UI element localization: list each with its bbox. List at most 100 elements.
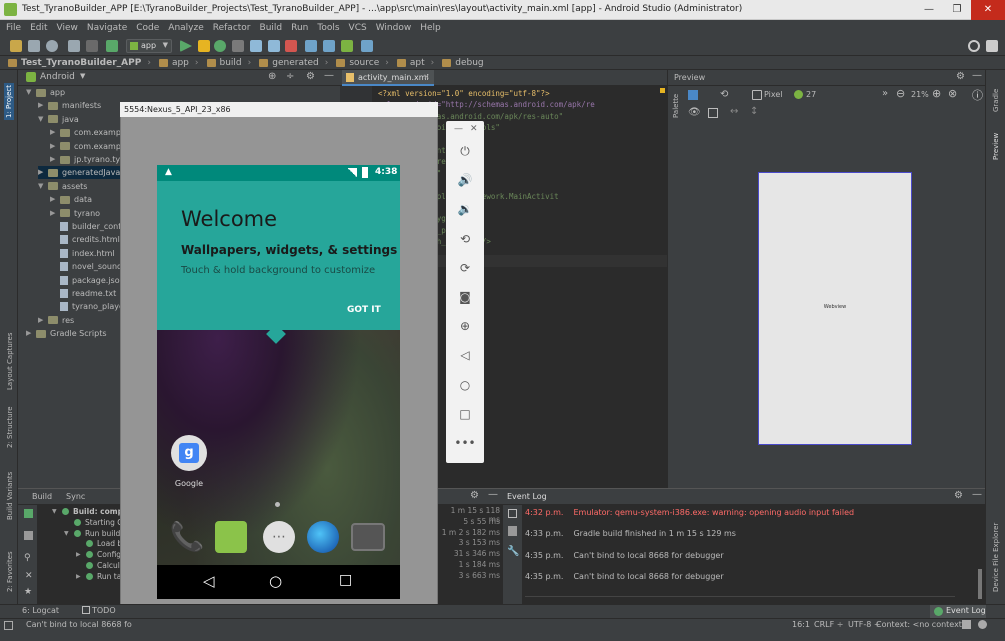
tree-item[interactable]: ▶ Gradle Scripts: [26, 327, 107, 340]
device-preview[interactable]: Webview: [758, 172, 912, 445]
line-separator[interactable]: CRLF ÷: [814, 620, 843, 629]
home-icon[interactable]: ○: [446, 377, 484, 393]
tree-item[interactable]: ▶ data: [50, 193, 92, 206]
sync-gradle-icon[interactable]: [305, 40, 317, 52]
tree-item[interactable]: credits.html: [50, 233, 120, 246]
expand-arrow-icon[interactable]: ▶: [38, 99, 48, 112]
palette-tool-button[interactable]: Palette: [672, 94, 680, 118]
build-tree-row[interactable]: ▶ Configu: [76, 549, 126, 560]
tree-item[interactable]: tyrano_player.: [50, 300, 129, 313]
minimize-button[interactable]: —: [915, 0, 943, 20]
back-icon[interactable]: ◁: [446, 347, 484, 363]
blueprint-icon[interactable]: [708, 108, 718, 118]
todo-tool-button[interactable]: TODO: [92, 606, 116, 615]
breadcrumb-item[interactable]: Test_TyranoBuilder_APP ›: [8, 58, 151, 68]
tree-item[interactable]: ▶ manifests: [38, 99, 101, 112]
project-tool-button[interactable]: 1: Project: [4, 83, 14, 120]
help-icon[interactable]: [986, 40, 998, 52]
zoom-out-icon[interactable]: ⊖: [896, 87, 905, 100]
tree-item[interactable]: readme.txt: [50, 287, 116, 300]
expand-arrow-icon[interactable]: ▶: [38, 166, 48, 179]
save-icon[interactable]: [28, 40, 40, 52]
expand-arrow-icon[interactable]: ▼: [26, 86, 36, 99]
emulator-screen[interactable]: ▲ 4:38 Welcome Wallpapers, widgets, & se…: [157, 165, 400, 599]
expand-arrow-icon[interactable]: ▶: [38, 314, 48, 327]
device-file-explorer-button[interactable]: Device File Explorer: [992, 523, 1000, 592]
nav-home-icon[interactable]: ○: [269, 572, 282, 590]
volume-down-icon[interactable]: 🔉: [446, 201, 484, 217]
profile-icon[interactable]: [250, 40, 262, 52]
hide-panel-icon[interactable]: —: [324, 70, 334, 81]
preview-tool-button[interactable]: Preview: [992, 133, 1000, 160]
tree-item[interactable]: novel_sound.s: [50, 260, 129, 273]
emulator-minimize-icon[interactable]: —: [454, 124, 463, 134]
expand-arrow-icon[interactable]: ▶: [50, 140, 60, 153]
favorites-star-icon[interactable]: ★: [24, 587, 32, 597]
wrench-icon[interactable]: 🔧: [507, 546, 519, 557]
preview-settings-icon[interactable]: ⚙: [956, 71, 965, 82]
breadcrumb-item[interactable]: build ›: [206, 58, 251, 68]
mark-read-icon[interactable]: [508, 509, 517, 518]
gradle-tool-button[interactable]: Gradle: [992, 89, 1000, 112]
editor-tab[interactable]: activity_main.xml ×: [342, 70, 434, 86]
rerun-icon[interactable]: [24, 509, 33, 518]
inspector-icon[interactable]: [978, 620, 987, 629]
event-log-tool-button[interactable]: Event Log: [930, 605, 986, 619]
project-structure-icon[interactable]: [361, 40, 373, 52]
menu-view[interactable]: View: [57, 23, 78, 33]
sync-tab[interactable]: Sync: [66, 492, 85, 501]
camera-icon[interactable]: ◙: [446, 289, 484, 305]
menu-vcs[interactable]: VCS: [349, 23, 367, 33]
power-icon[interactable]: ⏻: [446, 143, 484, 159]
avd-manager-icon[interactable]: [323, 40, 335, 52]
tree-item[interactable]: ▼ assets: [38, 180, 87, 193]
expand-arrow-icon[interactable]: ▼: [38, 180, 48, 193]
tree-item[interactable]: ▶ generatedJava: [38, 166, 128, 180]
breadcrumb-item[interactable]: app ›: [158, 58, 199, 68]
menu-help[interactable]: Help: [420, 23, 441, 33]
camera-app-icon[interactable]: [351, 523, 385, 551]
sdk-manager-icon[interactable]: [341, 40, 353, 52]
breadcrumb-item[interactable]: debug: [442, 58, 484, 68]
tree-item[interactable]: ▶ com.example.: [50, 126, 131, 139]
toggle-view-icon[interactable]: [24, 531, 33, 540]
tree-item[interactable]: ▶ com.example.: [50, 140, 131, 153]
nav-recents-icon[interactable]: □: [339, 572, 352, 588]
browser-app-icon[interactable]: [307, 521, 339, 553]
expand-arrow-icon[interactable]: ▶: [50, 207, 60, 220]
google-folder-icon[interactable]: g: [171, 435, 207, 471]
debug-icon[interactable]: [214, 40, 226, 52]
device-select[interactable]: Pixel: [764, 90, 783, 99]
api-level-select[interactable]: 27: [806, 90, 816, 99]
got-it-button[interactable]: GOT IT: [347, 305, 381, 315]
zoom-icon[interactable]: ⊕: [446, 318, 484, 334]
menu-code[interactable]: Code: [136, 23, 159, 33]
tree-item[interactable]: ▶ tyrano: [50, 207, 100, 220]
logcat-tool-button[interactable]: 6: Logcat: [22, 606, 59, 615]
breadcrumb-item[interactable]: apt ›: [396, 58, 434, 68]
close-build-icon[interactable]: ✕: [25, 571, 33, 581]
messaging-app-icon[interactable]: [215, 521, 247, 553]
preview-hide-icon[interactable]: —: [972, 70, 982, 81]
tree-item[interactable]: index.html: [50, 247, 115, 260]
run-icon[interactable]: [180, 40, 192, 52]
phone-app-icon[interactable]: 📞: [169, 519, 205, 555]
settings-gear-icon[interactable]: ⚙: [306, 71, 315, 82]
event-log-hide-icon[interactable]: —: [972, 489, 982, 500]
breadcrumb-item[interactable]: generated ›: [259, 58, 328, 68]
menu-analyze[interactable]: Analyze: [168, 23, 203, 33]
close-tab-icon[interactable]: ×: [423, 72, 430, 81]
sync-icon[interactable]: [46, 40, 58, 52]
build-tree-row[interactable]: ▼ Run build: [64, 528, 120, 539]
open-icon[interactable]: [10, 40, 22, 52]
lock-icon[interactable]: [962, 620, 971, 629]
rotate-left-icon[interactable]: ⟲: [446, 231, 484, 247]
volume-up-icon[interactable]: 🔊: [446, 172, 484, 188]
menu-run[interactable]: Run: [291, 23, 308, 33]
rotate-right-icon[interactable]: ⟳: [446, 260, 484, 276]
expand-arrow-icon[interactable]: ▼: [38, 113, 48, 126]
pin-icon[interactable]: ⚲: [24, 553, 31, 563]
tree-item[interactable]: builder_config: [50, 220, 128, 233]
close-button[interactable]: ✕: [971, 0, 1005, 20]
stop-icon[interactable]: [285, 40, 297, 52]
